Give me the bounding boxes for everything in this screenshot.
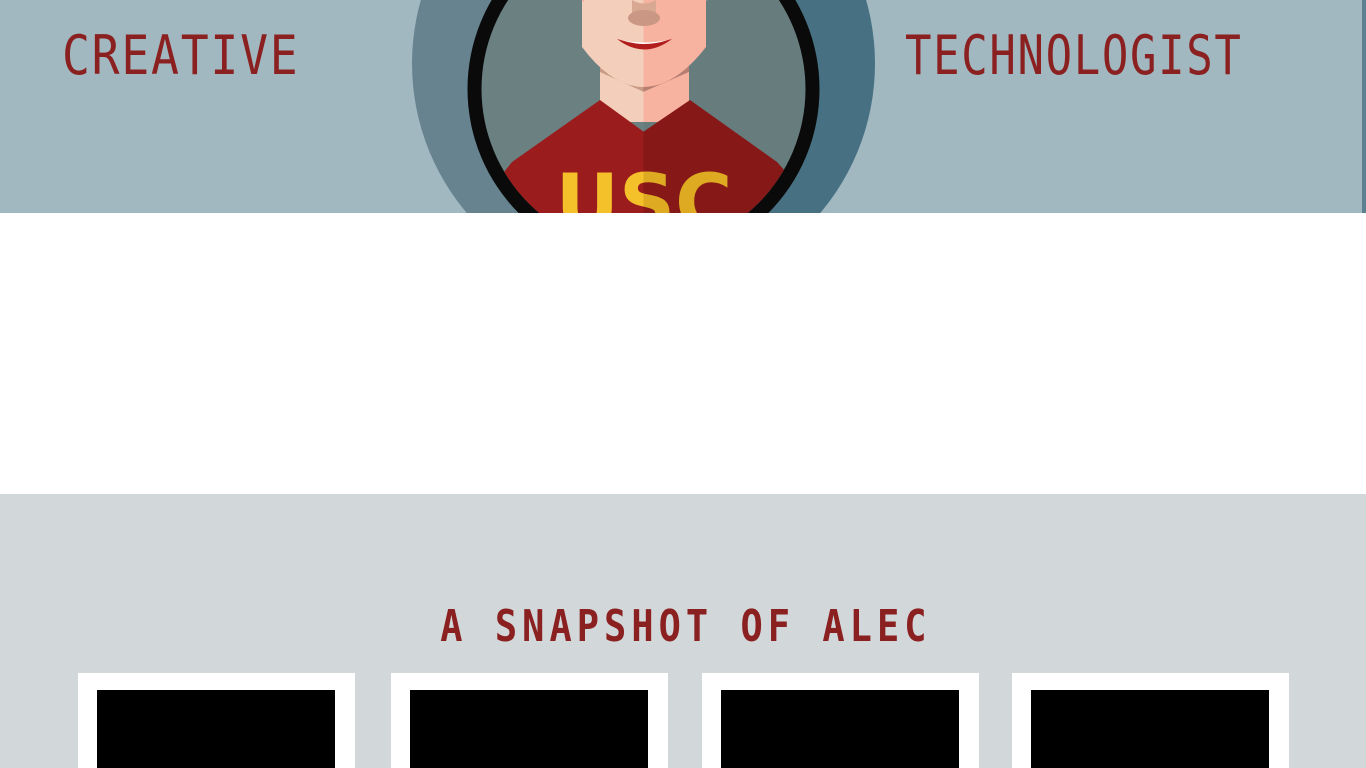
snapshot-card-1[interactable] — [78, 673, 355, 768]
snapshot-photo — [410, 690, 648, 768]
snapshot-card-4[interactable] — [1012, 673, 1289, 768]
snapshot-card-3[interactable] — [702, 673, 979, 768]
snapshot-photo — [1031, 690, 1269, 768]
snapshot-photo — [97, 690, 335, 768]
hero-title-right: TECHNOLOGIST — [905, 24, 1243, 87]
intro-section — [0, 213, 1366, 494]
snapshot-photo — [721, 690, 959, 768]
snapshot-card-2[interactable] — [391, 673, 668, 768]
scrollbar-edge — [1362, 0, 1366, 213]
page: CREATIVE TECHNOLOGIST USC A SNAPSHOT OF … — [0, 0, 1366, 768]
snapshot-section: A SNAPSHOT OF ALEC — [0, 494, 1366, 768]
snapshot-heading: A SNAPSHOT OF ALEC — [439, 600, 932, 652]
hero-title-left: CREATIVE — [62, 24, 300, 87]
